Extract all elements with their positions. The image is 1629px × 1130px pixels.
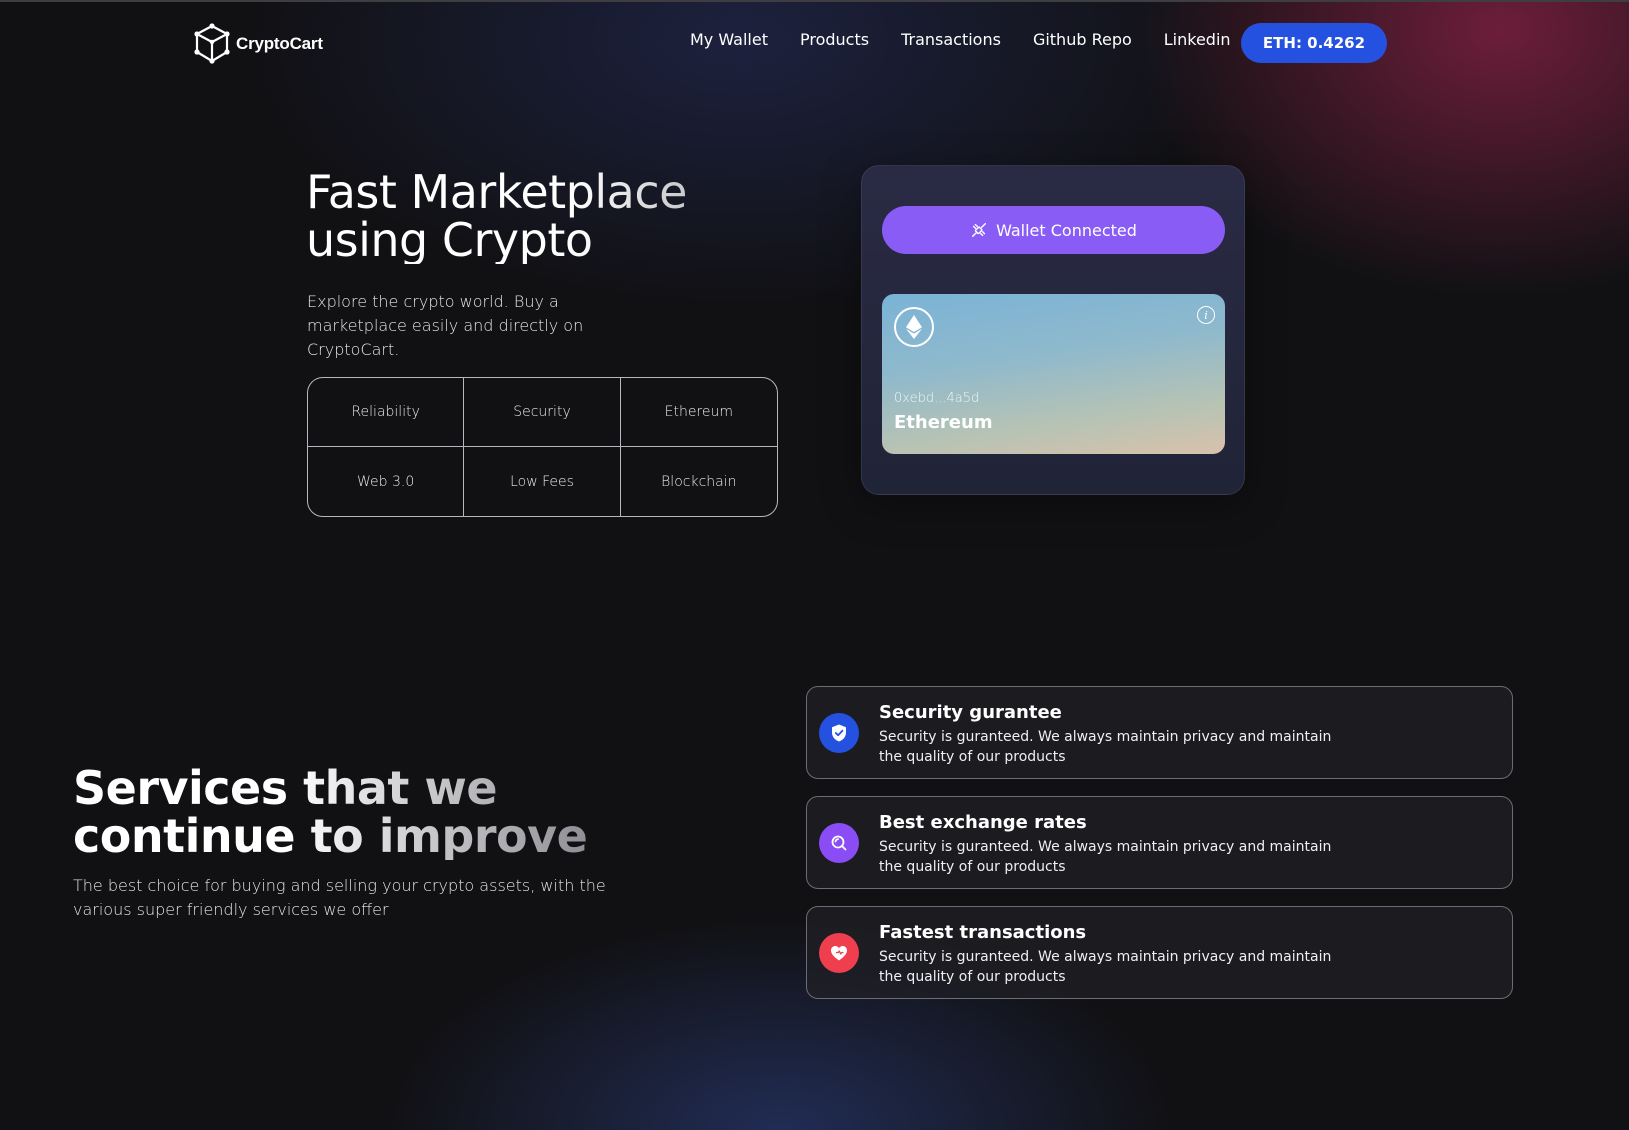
services-title: Services that we continue to improve — [73, 764, 633, 860]
top-border — [0, 0, 1629, 2]
services-title-line1: Services that we — [73, 761, 498, 815]
service-title: Security gurantee — [879, 702, 1062, 723]
feature-ethereum: Ethereum — [620, 378, 777, 447]
nav-link-products[interactable]: Products — [800, 30, 869, 49]
service-description: Security is guranteed. We always maintai… — [879, 729, 1332, 765]
wallet-connected-button[interactable]: Wallet Connected — [882, 206, 1225, 254]
ethereum-icon — [894, 307, 934, 347]
feature-security: Security — [464, 378, 621, 447]
plug-icon — [972, 222, 987, 238]
wallet-network: Ethereum — [894, 412, 993, 433]
brand-logo[interactable]: CryptoCart — [192, 21, 323, 67]
service-card-security: Security gurantee Security is guranteed.… — [806, 686, 1513, 779]
hero-title-line2: using Crypto — [306, 213, 593, 267]
hero-title: Fast Marketplace using Crypto — [306, 168, 786, 264]
ethereum-card[interactable]: i 0xebd...4a5d Ethereum — [882, 294, 1225, 454]
info-icon[interactable]: i — [1197, 306, 1215, 324]
nav-link-github-repo[interactable]: Github Repo — [1033, 30, 1132, 49]
shield-check-icon — [819, 713, 859, 753]
nav-link-linkedin[interactable]: Linkedin — [1164, 30, 1231, 49]
wallet-button-label: Wallet Connected — [996, 220, 1137, 240]
nav-link-transactions[interactable]: Transactions — [901, 30, 1001, 49]
feature-grid: Reliability Security Ethereum Web 3.0 Lo… — [307, 377, 778, 517]
nav-link-my-wallet[interactable]: My Wallet — [690, 30, 768, 49]
feature-low-fees: Low Fees — [464, 447, 621, 516]
service-card-exchange-rates: Best exchange rates Security is gurantee… — [806, 796, 1513, 889]
service-title: Best exchange rates — [879, 812, 1087, 833]
cube-icon — [194, 23, 230, 64]
wallet-panel: Wallet Connected i 0xebd...4a5d Ethereum — [861, 165, 1245, 495]
main-nav: My Wallet Products Transactions Github R… — [690, 30, 1231, 49]
search-icon — [819, 823, 859, 863]
feature-reliability: Reliability — [308, 378, 465, 447]
wallet-address: 0xebd...4a5d — [894, 391, 980, 406]
eth-balance-button[interactable]: ETH: 0.4262 — [1241, 23, 1387, 63]
hero-subtitle: Explore the crypto world. Buy a marketpl… — [307, 292, 584, 359]
services-title-line2: continue to improve — [73, 809, 588, 863]
service-title: Fastest transactions — [879, 922, 1087, 943]
service-description: Security is guranteed. We always maintai… — [879, 839, 1332, 875]
services-subtitle: The best choice for buying and selling y… — [73, 876, 606, 919]
heart-icon — [819, 933, 859, 973]
brand-name: CryptoCart — [236, 34, 323, 53]
service-description: Security is guranteed. We always maintai… — [879, 949, 1332, 985]
hero-title-line1: Fast Marketplace — [306, 165, 687, 219]
feature-blockchain: Blockchain — [661, 473, 737, 490]
service-card-fastest-transactions: Fastest transactions Security is gurante… — [806, 906, 1513, 999]
feature-web3: Web 3.0 — [308, 447, 465, 516]
